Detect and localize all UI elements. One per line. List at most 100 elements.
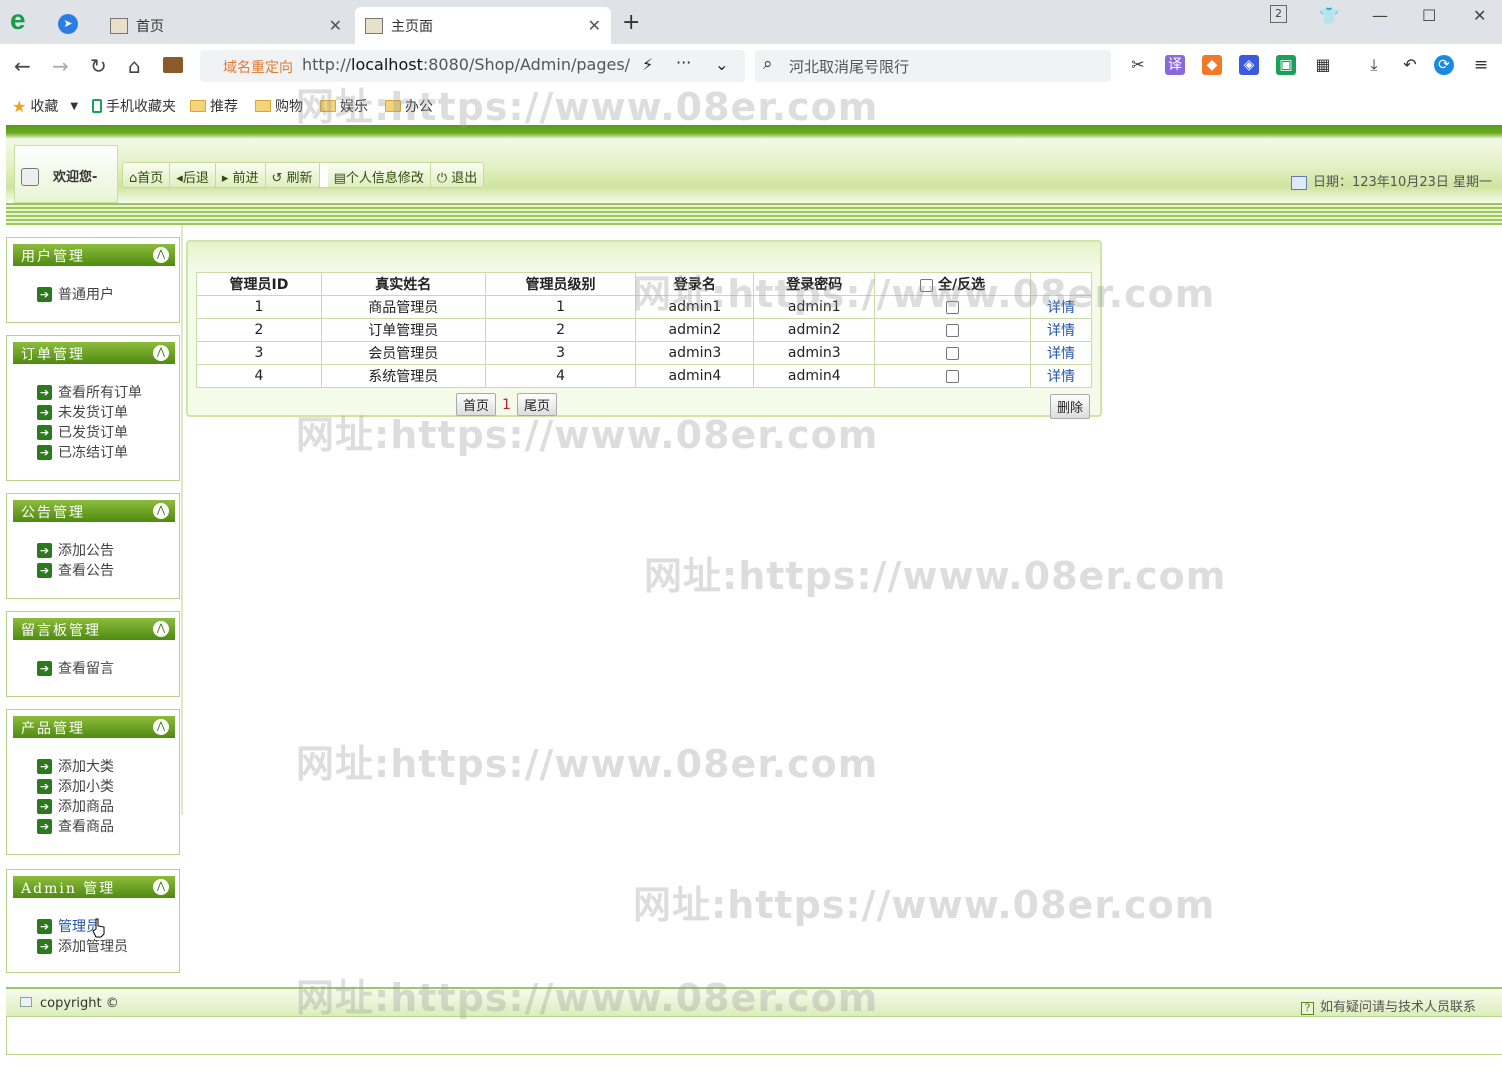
toolbar-profile-edit-button[interactable]: ▤个人信息修改 [328, 163, 431, 187]
home-button[interactable]: ⌂ [128, 54, 141, 78]
tab-title: 主页面 [391, 18, 433, 35]
menu-item-view-messages[interactable]: ➔ 查看留言 [37, 658, 114, 678]
app-header: 欢迎您- ⌂首页 ◂后退 ▸ 前进 ↺ 刷新 ▤个人信息修改 ⏻ 退出 日期：1… [6, 125, 1502, 225]
arrow-right-icon: ➔ [37, 286, 52, 302]
menu-header[interactable]: Admin 管理 ⋀ [13, 876, 175, 898]
row-checkbox[interactable] [946, 346, 960, 360]
collapse-icon[interactable]: ⋀ [153, 719, 169, 735]
menu-item-all-orders[interactable]: ➔ 查看所有订单 [37, 382, 142, 402]
row-checkbox[interactable] [946, 300, 960, 314]
lightning-icon[interactable]: ⚡ [642, 55, 653, 74]
arrow-right-icon: ➔ [37, 918, 52, 934]
bookmark-favorites[interactable]: ★ 收藏 ▼ [12, 96, 78, 116]
dropdown-arrow-icon[interactable]: ▼ [70, 101, 78, 112]
sync-icon[interactable]: ⟳ [1434, 55, 1454, 75]
toolbar-home-button[interactable]: ⌂首页 [123, 163, 171, 187]
bookmark-folder[interactable]: 办公 [385, 96, 433, 116]
briefcase-icon[interactable] [163, 57, 183, 73]
table-row: 2 订单管理员 2 admin2 admin2 详情 [196, 318, 1092, 342]
reader-icon[interactable]: ▣ [1276, 55, 1296, 75]
pagination: 首页 1 尾页 [456, 393, 557, 416]
arrow-right-icon: ➔ [37, 542, 52, 558]
toolbar-logout-button[interactable]: ⏻ 退出 [431, 163, 483, 187]
more-icon[interactable]: ··· [676, 53, 691, 72]
translate-icon[interactable]: 译 [1165, 55, 1185, 75]
back-button[interactable]: ← [14, 54, 31, 78]
menu-icon[interactable]: ≡ [1471, 55, 1491, 75]
menu-header[interactable]: 公告管理 ⋀ [13, 500, 175, 522]
arrow-right-icon: ➔ [37, 798, 52, 814]
menu-item-view-products[interactable]: ➔ 查看商品 [37, 816, 114, 836]
collapse-icon[interactable]: ⋀ [153, 503, 169, 519]
url-bar[interactable]: 域名重定向 http://localhost:8080/Shop/Admin/p… [200, 50, 745, 82]
menu-item-add-product[interactable]: ➔ 添加商品 [37, 796, 114, 816]
help-icon: ? [1300, 1002, 1314, 1015]
compass-icon[interactable]: ➤ [58, 14, 78, 34]
menu-item-add-subcategory[interactable]: ➔ 添加小类 [37, 776, 114, 796]
toolbar-back-button[interactable]: ◂后退 [170, 163, 216, 187]
bookmark-folder[interactable]: 推荐 [190, 96, 238, 116]
phone-icon [92, 99, 102, 113]
scissors-icon[interactable]: ✂ [1128, 55, 1148, 75]
shirt-icon[interactable]: 👕 [1319, 6, 1339, 25]
tab-main-page[interactable]: 主页面 ✕ [355, 7, 611, 44]
calendar-icon [1290, 175, 1307, 190]
close-tab-icon[interactable]: ✕ [588, 16, 601, 35]
last-page-button[interactable]: 尾页 [516, 393, 557, 416]
tab-count-badge[interactable]: 2 [1270, 5, 1287, 23]
document-icon [20, 997, 32, 1007]
collapse-icon[interactable]: ⋀ [153, 247, 169, 263]
toolbar-forward-button[interactable]: ▸ 前进 [216, 163, 266, 187]
details-link[interactable]: 详情 [1030, 364, 1092, 388]
tab-home[interactable]: 首页 ✕ [100, 7, 352, 44]
menu-item-view-notices[interactable]: ➔ 查看公告 [37, 560, 114, 580]
reload-button[interactable]: ↻ [90, 54, 107, 78]
menu-item-add-notice[interactable]: ➔ 添加公告 [37, 540, 114, 560]
column-header: 真实姓名 [320, 272, 486, 296]
row-checkbox[interactable] [946, 323, 960, 337]
forward-button[interactable]: → [52, 54, 69, 78]
download-icon[interactable]: ⤓ [1364, 55, 1384, 75]
row-checkbox[interactable] [946, 369, 960, 383]
first-page-button[interactable]: 首页 [456, 393, 497, 416]
bookmark-folder[interactable]: 娱乐 [320, 96, 368, 116]
new-tab-button[interactable]: + [622, 10, 640, 35]
details-link[interactable]: 详情 [1030, 295, 1092, 319]
menu-header[interactable]: 订单管理 ⋀ [13, 342, 175, 364]
menu-item-admins[interactable]: ➔ 管理员 [37, 916, 128, 936]
extension-icon[interactable]: ◈ [1239, 55, 1259, 75]
close-tab-icon[interactable]: ✕ [329, 16, 342, 35]
menu-item-frozen-orders[interactable]: ➔ 已冻结订单 [37, 442, 142, 462]
page-favicon-icon [110, 17, 128, 34]
toolbar-refresh-button[interactable]: ↺ 刷新 [266, 163, 320, 187]
maximize-button[interactable]: ☐ [1422, 6, 1436, 25]
menu-item-unshipped-orders[interactable]: ➔ 未发货订单 [37, 402, 142, 422]
menu-header[interactable]: 留言板管理 ⋀ [13, 618, 175, 640]
menu-item-add-category[interactable]: ➔ 添加大类 [37, 756, 114, 776]
close-window-button[interactable]: ✕ [1473, 6, 1486, 25]
minimize-button[interactable]: — [1372, 6, 1388, 25]
details-link[interactable]: 详情 [1030, 341, 1092, 365]
details-link[interactable]: 详情 [1030, 318, 1092, 342]
menu-header[interactable]: 产品管理 ⋀ [13, 716, 175, 738]
undo-icon[interactable]: ↶ [1400, 55, 1420, 75]
collapse-icon[interactable]: ⋀ [153, 345, 169, 361]
bookmark-folder[interactable]: 购物 [255, 96, 303, 116]
select-all-checkbox[interactable] [920, 278, 934, 292]
game-icon[interactable]: ◆ [1202, 55, 1222, 75]
menu-item-shipped-orders[interactable]: ➔ 已发货订单 [37, 422, 142, 442]
delete-button[interactable]: 删除 [1049, 394, 1090, 419]
chevron-down-icon[interactable]: ⌄ [715, 55, 728, 74]
collapse-icon[interactable]: ⋀ [153, 879, 169, 895]
menu-item-normal-users[interactable]: ➔ 普通用户 [37, 284, 114, 304]
current-page-number[interactable]: 1 [502, 397, 511, 413]
search-input[interactable]: ⌕ 河北取消尾号限行 [755, 50, 1111, 82]
menu-header[interactable]: 用户管理 ⋀ [13, 244, 175, 266]
bookmark-mobile[interactable]: 手机收藏夹 [92, 96, 176, 116]
apps-grid-icon[interactable]: ▦ [1313, 55, 1333, 75]
menu-item-add-admin[interactable]: ➔ 添加管理员 [37, 936, 128, 956]
collapse-icon[interactable]: ⋀ [153, 621, 169, 637]
contact-note: ? 如有疑问请与技术人员联系 [1300, 996, 1476, 1015]
arrow-right-icon: ➔ [37, 938, 52, 954]
browser-logo-icon[interactable]: e [10, 6, 38, 34]
